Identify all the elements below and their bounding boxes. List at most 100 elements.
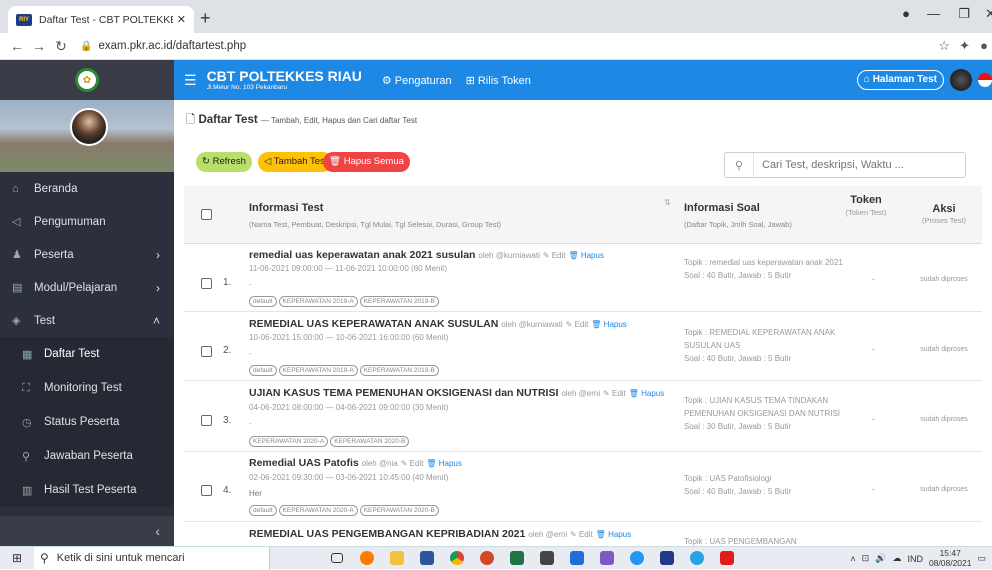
address-bar[interactable]: 🔒 exam.pkr.ac.id/daftartest.php (80, 40, 246, 52)
col-informasi-test[interactable]: Informasi Test (249, 202, 323, 214)
volume-icon[interactable]: 🔊 (875, 553, 886, 564)
hapus-link[interactable]: 🗑 Hapus (596, 530, 632, 539)
app-header: ☰ CBT POLTEKKES RIAU Jl.Melur No. 103 Pe… (174, 60, 992, 100)
hapus-semua-button[interactable]: 🗑 Hapus Semua (323, 152, 410, 172)
nav-rilis-token[interactable]: ⊞ Rilis Token (466, 74, 531, 87)
row-checkbox[interactable] (201, 278, 212, 289)
powerpoint-icon[interactable] (472, 547, 502, 570)
sidebar-item-label: Jawaban Peserta (44, 450, 133, 462)
riau-app-icon[interactable] (652, 547, 682, 570)
brand-subtitle: Jl.Melur No. 103 Pekanbaru (206, 83, 288, 91)
taskbar-search[interactable]: ⚲ Ketik di sini untuk mencari (34, 546, 270, 570)
network-icon[interactable]: ⊡ (862, 553, 870, 564)
edit-link[interactable]: ✎ Edit (543, 251, 566, 260)
sidebar-item-hasil-test[interactable]: ▥ Hasil Test Peserta (0, 473, 174, 507)
row-checkbox[interactable] (201, 346, 212, 357)
cloud-icon[interactable]: ☁ (892, 553, 901, 564)
row-number: 3. (223, 415, 232, 426)
windows-start-icon[interactable]: ⊞ (0, 551, 34, 565)
sidebar-item-beranda[interactable]: ⌂ Beranda (0, 172, 174, 205)
button-label: Hapus Semua (343, 156, 404, 167)
app-icon[interactable] (592, 547, 622, 570)
account-icon[interactable]: ● (980, 38, 988, 53)
sidebar-item-daftar-test[interactable]: ▦ Daftar Test (0, 337, 174, 371)
row-checkbox[interactable] (201, 485, 212, 496)
sidebar-item-jawaban-peserta[interactable]: ⚲ Jawaban Peserta (0, 439, 174, 473)
refresh-button[interactable]: ↻ Refresh (196, 152, 252, 172)
sidebar-item-label: Daftar Test (44, 348, 100, 360)
group-tags: KEPERAWATAN 2020-A KEPERAWATAN 2020-B (249, 436, 410, 447)
row-checkbox[interactable] (201, 415, 212, 426)
sort-icon[interactable]: ⇅ (664, 198, 671, 207)
gear-icon: ⚙ (381, 74, 392, 87)
col-aksi-title: Aksi (932, 203, 956, 215)
minimize-icon[interactable]: — (927, 6, 940, 21)
sidebar-item-status-peserta[interactable]: ◷ Status Peserta (0, 405, 174, 439)
language-indicator[interactable]: IND (907, 554, 923, 564)
reload-icon[interactable]: ↻ (50, 38, 72, 55)
word-icon[interactable] (412, 547, 442, 570)
terminal-icon[interactable] (532, 547, 562, 570)
token-value: - (872, 344, 875, 354)
chevron-up-icon[interactable]: ˄ (850, 554, 855, 564)
firefox-icon[interactable] (352, 547, 382, 570)
excel-icon[interactable] (502, 547, 532, 570)
acrobat-icon[interactable] (712, 547, 742, 570)
bookmark-star-icon[interactable]: ☆ (938, 38, 950, 54)
halaman-test-button[interactable]: ⌂ Halaman Test (856, 70, 944, 90)
file-explorer-icon[interactable] (382, 547, 412, 570)
nav-pengaturan[interactable]: ⚙ Pengaturan (382, 74, 452, 87)
aksi-status: sudah diproses (920, 486, 968, 493)
browser-tab[interactable]: RIY Daftar Test - CBT POLTEKKES RIAU ✕ (8, 6, 194, 33)
test-author: oleh @nia (361, 459, 398, 468)
topik-text: Topik : REMEDIAL KEPERAWATAN ANAK SUSULA… (684, 328, 836, 351)
sidebar-item-pengumuman[interactable]: ◁ Pengumuman (0, 205, 174, 238)
notifications-icon[interactable]: ▭ (977, 553, 986, 564)
edit-link[interactable]: ✎ Edit (603, 389, 626, 398)
edit-link[interactable]: ✎ Edit (566, 320, 589, 329)
clock[interactable]: 15:47 08/08/2021 (929, 548, 972, 568)
hapus-link[interactable]: 🗑 Hapus (426, 459, 462, 468)
hamburger-menu-icon[interactable]: ☰ (184, 72, 197, 89)
close-tab-icon[interactable]: ✕ (177, 13, 186, 26)
restore-icon[interactable]: ❐ (958, 6, 970, 22)
hapus-link[interactable]: 🗑 Hapus (591, 320, 627, 329)
soal-count: Soal : 30 Butir, Jawab : 5 Butir (684, 422, 792, 432)
sidebar-item-peserta[interactable]: ♟ Peserta › (0, 238, 174, 271)
app-icon[interactable] (622, 547, 652, 570)
search-box: ⚲ (724, 152, 966, 178)
search-input[interactable] (753, 153, 953, 177)
extensions-icon[interactable]: ✦ (959, 38, 970, 54)
nav-label: Rilis Token (477, 74, 531, 87)
sidebar-item-test[interactable]: ◈ Test ˄ (0, 304, 174, 337)
header-nav: ⚙ Pengaturan ⊞ Rilis Token (382, 74, 531, 87)
collapse-sidebar-button[interactable]: ‹ (0, 516, 174, 546)
soal-info: Topik : UJIAN KASUS TEMA TINDAKAN PEMENU… (684, 394, 859, 434)
user-avatar[interactable] (70, 108, 108, 146)
row-number: 1. (223, 277, 232, 288)
app-icon[interactable] (682, 547, 712, 570)
close-window-icon[interactable]: ✕ (985, 6, 992, 22)
chrome-icon[interactable] (442, 547, 472, 570)
hapus-link[interactable]: 🗑 Hapus (629, 389, 665, 398)
header-user-avatar[interactable] (950, 69, 972, 91)
edit-link[interactable]: ✎ Edit (401, 459, 424, 468)
topik-text: Topik : UAS Patofisiologi (684, 474, 772, 483)
edit-link[interactable]: ✎ Edit (570, 530, 593, 539)
edit-label: Edit (551, 251, 566, 260)
select-all-checkbox[interactable] (201, 209, 212, 220)
task-view-icon[interactable] (322, 547, 352, 570)
app-icon[interactable] (562, 547, 592, 570)
chevron-left-icon: ‹ (155, 523, 160, 539)
main-content: 🗋 Daftar Test — Tambah, Edit, Hapus dan … (174, 100, 992, 546)
forward-icon[interactable]: → (28, 38, 50, 54)
language-flag-icon[interactable] (978, 73, 992, 87)
new-tab-icon[interactable]: + (200, 8, 211, 29)
col-token: Token (Token Test) (842, 194, 890, 217)
sidebar-item-modul[interactable]: ▤ Modul/Pelajaran › (0, 271, 174, 304)
sidebar-item-monitoring-test[interactable]: ⛶ Monitoring Test (0, 371, 174, 405)
profile-circle-icon[interactable]: ● (902, 6, 910, 21)
back-icon[interactable]: ← (6, 38, 28, 54)
test-description: Her (249, 489, 262, 498)
hapus-link[interactable]: 🗑 Hapus (568, 251, 604, 260)
